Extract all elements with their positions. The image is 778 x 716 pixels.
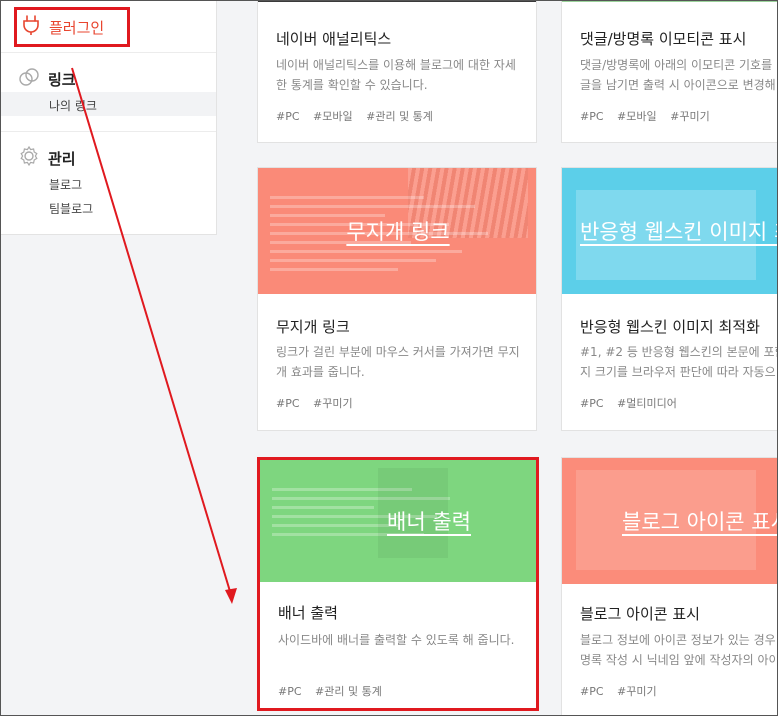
card-title: 댓글/방명록 이모티콘 표시	[580, 30, 747, 48]
card-description: 블로그 정보에 아이콘 정보가 있는 경우 명록 작성 시 닉네임 앞에 작성자…	[580, 633, 778, 667]
tag[interactable]: #관리 및 통계	[366, 110, 433, 123]
card-thumbnail: 무지개 링크	[258, 168, 536, 294]
card-title: 반응형 웹스킨 이미지 최적화	[580, 318, 760, 336]
plugin-card-rainbow-link[interactable]: 무지개 링크 무지개 링크 링크가 걸린 부분에 마우스 커서를 가져가면 무지…	[257, 167, 537, 431]
divider	[0, 52, 216, 53]
divider	[0, 131, 216, 132]
tag[interactable]: #PC	[580, 685, 604, 698]
card-description: 댓글/방명록에 아래의 이모티콘 기호를 글을 남기면 출력 시 아이콘으로 변…	[580, 58, 776, 92]
card-description: 사이드바에 배너를 출력할 수 있도록 해 줍니다.	[278, 633, 515, 647]
plugin-card-blog-icon[interactable]: 블로그 아이콘 표시 블로그 아이콘 표시 블로그 정보에 아이콘 정보가 있는…	[561, 457, 778, 716]
plugin-card-naver-analytics[interactable]: 네이버 애널리틱스 네이버 애널리틱스를 이용해 블로그에 대한 자세한 통계를…	[257, 0, 537, 143]
tag[interactable]: #모바일	[313, 110, 353, 123]
sidebar-active-row	[0, 92, 216, 116]
card-title: 배너 출력	[278, 604, 338, 622]
tag[interactable]: #꾸미기	[617, 685, 657, 698]
card-title: 블로그 아이콘 표시	[580, 605, 700, 623]
sidebar-item-label: 플러그인	[49, 18, 105, 37]
card-title: 무지개 링크	[276, 318, 350, 336]
card-tags: #PC #관리 및 통계	[278, 683, 392, 699]
card-description: #1, #2 등 반응형 웹스킨의 본문에 포함 지 크기를 브라우저 판단에 …	[580, 345, 778, 379]
gear-icon	[18, 145, 40, 171]
plugin-card-banner-output[interactable]: 배너 출력 배너 출력 사이드바에 배너를 출력할 수 있도록 해 줍니다. #…	[259, 459, 537, 709]
sidebar-item-team-blog[interactable]: 팀블로그	[49, 200, 93, 217]
card-thumbnail: 블로그 아이콘 표시	[562, 458, 778, 584]
tag[interactable]: #PC	[276, 110, 300, 123]
link-icon	[18, 66, 40, 92]
sidebar-item-manage[interactable]: 관리	[18, 145, 76, 171]
tag[interactable]: #꾸미기	[313, 397, 353, 410]
tag[interactable]: #PC	[580, 110, 604, 123]
card-tags: #PC #모바일 #꾸미기	[580, 108, 720, 124]
thumbnail-title: 배너 출력	[387, 510, 471, 534]
tag[interactable]: #모바일	[617, 110, 657, 123]
card-tags: #PC #멀티미디어	[580, 395, 687, 411]
card-tags: #PC #모바일 #관리 및 통계	[276, 108, 443, 124]
tag[interactable]: #PC	[278, 685, 302, 698]
plugin-card-emoticon[interactable]: 댓글/방명록 이모티콘 표시 댓글/방명록에 아래의 이모티콘 기호를 글을 남…	[561, 0, 778, 143]
plug-icon	[21, 14, 41, 40]
tag[interactable]: #관리 및 통계	[315, 685, 382, 698]
thumbnail-title: 무지개 링크	[346, 220, 450, 244]
plugin-card-responsive-image[interactable]: 반응형 웹스킨 이미지 최 반응형 웹스킨 이미지 최적화 #1, #2 등 반…	[561, 167, 778, 431]
card-top-bar	[258, 0, 536, 2]
sidebar: 플러그인 링크 나의 링크 관리 블로그 팀블로그	[0, 0, 217, 235]
sidebar-item-link[interactable]: 링크	[18, 66, 76, 92]
card-thumbnail: 배너 출력	[260, 460, 536, 582]
card-description: 링크가 걸린 부분에 마우스 커서를 가져가면 무지개 효과를 줍니다.	[276, 345, 520, 379]
card-tags: #PC #꾸미기	[276, 395, 363, 411]
tag[interactable]: #멀티미디어	[617, 397, 677, 410]
card-thumbnail: 반응형 웹스킨 이미지 최	[562, 168, 778, 294]
sidebar-item-my-links[interactable]: 나의 링크	[49, 97, 97, 114]
sidebar-item-plugin[interactable]: 플러그인	[14, 7, 130, 47]
sidebar-group-title: 링크	[48, 70, 76, 89]
sidebar-group-title: 관리	[48, 149, 76, 168]
thumbnail-title: 블로그 아이콘 표시	[622, 510, 778, 534]
card-tags: #PC #꾸미기	[580, 683, 667, 699]
tag[interactable]: #꾸미기	[670, 110, 710, 123]
sidebar-item-blog[interactable]: 블로그	[49, 176, 82, 193]
card-title: 네이버 애널리틱스	[276, 30, 392, 48]
thumbnail-title: 반응형 웹스킨 이미지 최	[580, 220, 778, 244]
tag[interactable]: #PC	[276, 397, 300, 410]
card-top-bar	[562, 0, 778, 2]
tag[interactable]: #PC	[580, 397, 604, 410]
card-description: 네이버 애널리틱스를 이용해 블로그에 대한 자세한 통계를 확인할 수 있습니…	[276, 58, 516, 92]
